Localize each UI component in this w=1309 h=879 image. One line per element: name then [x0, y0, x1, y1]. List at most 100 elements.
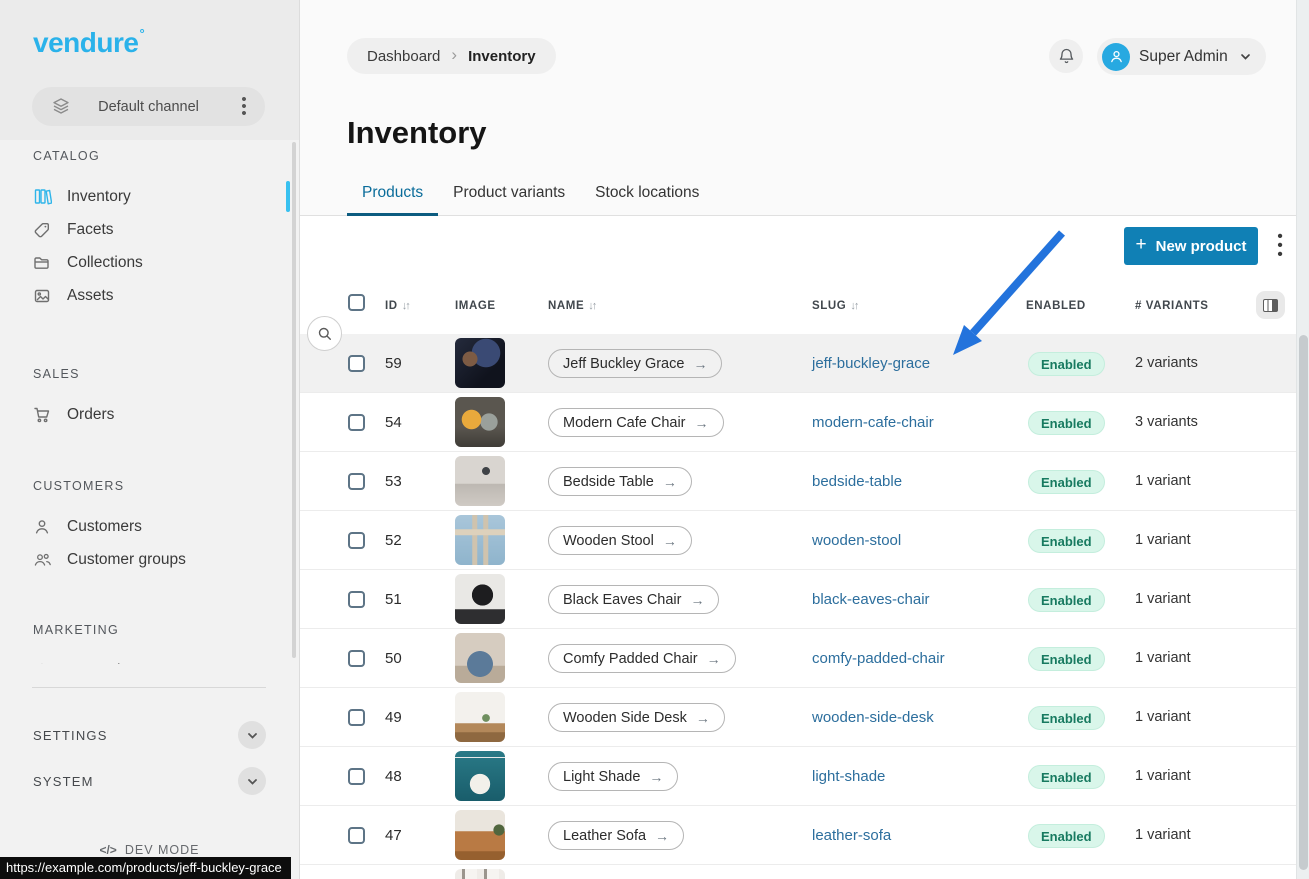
sidebar-item-label: Collections: [67, 254, 143, 272]
table-row[interactable]: 50 Comfy Padded Chair→ comfy-padded-chai…: [300, 629, 1296, 688]
table-row[interactable]: 52 Wooden Stool→ wooden-stool Enabled 1 …: [300, 511, 1296, 570]
table-row[interactable]: 54 Modern Cafe Chair→ modern-cafe-chair …: [300, 393, 1296, 452]
table-row[interactable]: 51 Black Eaves Chair→ black-eaves-chair …: [300, 570, 1296, 629]
arrow-right-icon: →: [663, 474, 677, 490]
product-name-link[interactable]: Jeff Buckley Grace→: [548, 349, 722, 378]
sidebar-section-system[interactable]: SYSTEM: [33, 766, 266, 796]
product-name-link[interactable]: Bedside Table→: [548, 467, 692, 496]
row-checkbox[interactable]: [348, 827, 365, 844]
scrollbar-thumb[interactable]: [1299, 335, 1308, 870]
people-icon: [33, 550, 52, 569]
product-thumbnail[interactable]: [455, 574, 505, 624]
row-checkbox[interactable]: [348, 650, 365, 667]
cell-id: 50: [385, 650, 402, 667]
table-row[interactable]: 59 Jeff Buckley Grace→ jeff-buckley-grac…: [300, 334, 1296, 393]
product-slug-link[interactable]: modern-cafe-chair: [812, 414, 934, 431]
product-slug-link[interactable]: jeff-buckley-grace: [812, 355, 930, 372]
row-checkbox[interactable]: [348, 709, 365, 726]
product-slug-link[interactable]: black-eaves-chair: [812, 591, 930, 608]
product-name-link[interactable]: Wooden Stool→: [548, 526, 692, 555]
dev-mode-link[interactable]: </>DEV MODE: [0, 843, 299, 857]
avatar: [1102, 43, 1130, 71]
sidebar-item-customers[interactable]: Customers: [0, 510, 299, 543]
sidebar-item-promotions[interactable]: Promotions: [0, 654, 299, 664]
chevron-down-icon[interactable]: [238, 721, 266, 749]
row-checkbox[interactable]: [348, 414, 365, 431]
row-checkbox[interactable]: [348, 591, 365, 608]
product-slug-link[interactable]: leather-sofa: [812, 827, 891, 844]
table-row-partial[interactable]: [300, 865, 1296, 879]
sort-icon[interactable]: ↓↑: [402, 300, 409, 312]
nav-section-sales: SALES Orders: [0, 364, 299, 431]
arrow-right-icon: →: [707, 651, 721, 667]
table-row[interactable]: 47 Leather Sofa→ leather-sofa Enabled 1 …: [300, 806, 1296, 865]
channel-selector[interactable]: Default channel •••: [32, 87, 265, 126]
table-row[interactable]: 53 Bedside Table→ bedside-table Enabled …: [300, 452, 1296, 511]
product-thumbnail[interactable]: [455, 515, 505, 565]
tab-products[interactable]: Products: [347, 184, 438, 216]
tab-product-variants[interactable]: Product variants: [438, 184, 580, 216]
bell-icon: [1058, 48, 1075, 65]
column-header-slug[interactable]: SLUG↓↑: [812, 300, 857, 312]
product-name-link[interactable]: Modern Cafe Chair→: [548, 408, 724, 437]
user-menu[interactable]: Super Admin: [1097, 38, 1266, 75]
row-checkbox[interactable]: [348, 532, 365, 549]
select-all-checkbox[interactable]: [348, 294, 365, 311]
cell-id: 54: [385, 414, 402, 431]
column-settings-button[interactable]: [1256, 291, 1285, 319]
product-thumbnail[interactable]: [455, 338, 505, 388]
product-thumbnail[interactable]: [455, 397, 505, 447]
product-thumbnail[interactable]: [455, 751, 505, 801]
breadcrumb-dashboard-link[interactable]: Dashboard: [367, 48, 440, 65]
user-name: Super Admin: [1139, 48, 1228, 66]
product-slug-link[interactable]: wooden-stool: [812, 532, 901, 549]
product-name-link[interactable]: Leather Sofa→: [548, 821, 684, 850]
column-header-name[interactable]: NAME↓↑: [548, 300, 595, 312]
sort-icon[interactable]: ↓↑: [850, 300, 857, 312]
cell-variants: 1 variant: [1135, 532, 1191, 548]
search-icon: [317, 326, 333, 342]
page-scrollbar[interactable]: [1296, 0, 1309, 879]
product-slug-link[interactable]: bedside-table: [812, 473, 902, 490]
channel-kebab-icon[interactable]: •••: [239, 96, 249, 117]
plus-icon: +: [1136, 234, 1147, 256]
toolbar-kebab-icon[interactable]: •••: [1272, 232, 1288, 260]
table-row[interactable]: 49 Wooden Side Desk→ wooden-side-desk En…: [300, 688, 1296, 747]
product-thumbnail[interactable]: [455, 810, 505, 860]
product-name-link[interactable]: Black Eaves Chair→: [548, 585, 719, 614]
sidebar-item-inventory[interactable]: Inventory: [0, 180, 299, 213]
column-header-id[interactable]: ID↓↑: [385, 300, 409, 312]
table-row[interactable]: 48 Light Shade→ light-shade Enabled 1 va…: [300, 747, 1296, 806]
product-thumbnail[interactable]: [455, 456, 505, 506]
product-thumbnail[interactable]: [455, 692, 505, 742]
product-name-link[interactable]: Comfy Padded Chair→: [548, 644, 736, 673]
chevron-down-icon[interactable]: [238, 767, 266, 795]
cell-variants: 1 variant: [1135, 473, 1191, 489]
tab-stock-locations[interactable]: Stock locations: [580, 184, 714, 216]
sidebar-section-settings[interactable]: SETTINGS: [33, 720, 266, 750]
sidebar-scrollbar[interactable]: [292, 142, 296, 658]
product-slug-link[interactable]: comfy-padded-chair: [812, 650, 945, 667]
product-name-link[interactable]: Wooden Side Desk→: [548, 703, 725, 732]
sidebar-item-collections[interactable]: Collections: [0, 246, 299, 279]
product-slug-link[interactable]: light-shade: [812, 768, 885, 785]
search-button[interactable]: [307, 316, 342, 351]
sidebar-item-facets[interactable]: Facets: [0, 213, 299, 246]
sidebar-item-assets[interactable]: Assets: [0, 279, 299, 312]
sidebar-item-orders[interactable]: Orders: [0, 398, 299, 431]
nav-section-header: SALES: [33, 364, 299, 384]
product-slug-link[interactable]: wooden-side-desk: [812, 709, 934, 726]
sort-icon[interactable]: ↓↑: [588, 300, 595, 312]
product-name-link[interactable]: Light Shade→: [548, 762, 678, 791]
product-thumbnail[interactable]: [455, 633, 505, 683]
sidebar-item-customer-groups[interactable]: Customer groups: [0, 543, 299, 576]
status-url-tooltip: https://example.com/products/jeff-buckle…: [0, 857, 291, 879]
cell-variants: 3 variants: [1135, 414, 1198, 430]
breadcrumb: Dashboard › Inventory: [347, 38, 556, 74]
product-thumbnail[interactable]: [455, 869, 505, 879]
row-checkbox[interactable]: [348, 473, 365, 490]
row-checkbox[interactable]: [348, 768, 365, 785]
new-product-button[interactable]: + New product: [1124, 227, 1258, 265]
row-checkbox[interactable]: [348, 355, 365, 372]
notifications-button[interactable]: [1049, 39, 1083, 73]
